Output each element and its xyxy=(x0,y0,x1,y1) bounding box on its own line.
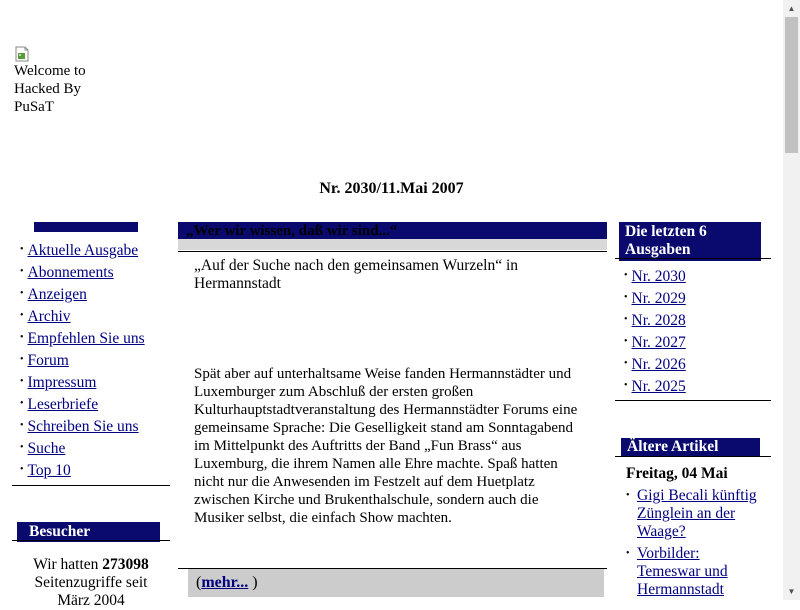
nav-item: • Aktuelle Ausgabe xyxy=(20,240,145,262)
older-article-link[interactable]: Vorbilder: Temeswar und Hermannstadt xyxy=(637,545,728,598)
bullet-icon: • xyxy=(20,420,24,431)
bullet-icon: • xyxy=(20,354,24,365)
list-item: • Nr. 2029 xyxy=(624,288,686,310)
older-articles-divider xyxy=(615,456,771,457)
issue-link-2027[interactable]: Nr. 2027 xyxy=(632,334,686,351)
list-item: • Nr. 2030 xyxy=(624,266,686,288)
nav-link-archiv[interactable]: Archiv xyxy=(28,308,71,325)
article-body: Spät aber auf unterhaltsame Weise fanden… xyxy=(194,366,578,526)
visitor-count: 273098 xyxy=(102,556,149,573)
bullet-icon: • xyxy=(20,442,24,453)
older-article-link[interactable]: Gigi Becali künftig Zünglein an der Waag… xyxy=(637,487,757,540)
vertical-scrollbar[interactable]: ▲ ▼ xyxy=(783,0,800,600)
bullet-icon: • xyxy=(624,336,628,347)
nav-link-top-10[interactable]: Top 10 xyxy=(28,462,71,479)
scroll-up-arrow-icon[interactable]: ▲ xyxy=(783,0,800,17)
bullet-icon: • xyxy=(626,490,630,501)
scrollbar-thumb[interactable] xyxy=(785,17,798,153)
bullet-icon: • xyxy=(20,332,24,343)
nav-item: • Forum xyxy=(20,350,145,372)
more-link[interactable]: mehr... xyxy=(201,574,248,591)
nav-item: • Empfehlen Sie uns xyxy=(20,328,145,350)
older-articles-list: • Gigi Becali künftig Zünglein an der Waa… xyxy=(626,487,766,603)
visitor-counter: Wir hatten 273098 Seitenzugriffe seit Mä… xyxy=(18,556,164,610)
last-issues-heading: Die letzten 6 Ausgaben xyxy=(619,222,761,261)
last-issues-list: • Nr. 2030 • Nr. 2029 • Nr. 2028 • Nr. 2027 … xyxy=(624,266,686,398)
more-paren-close: ) xyxy=(252,574,258,591)
nav-divider xyxy=(12,485,170,486)
issue-link-2029[interactable]: Nr. 2029 xyxy=(632,290,686,307)
nav-item: • Impressum xyxy=(20,372,145,394)
last-issues-divider xyxy=(615,258,771,259)
list-item: • Nr. 2025 xyxy=(624,376,686,398)
scroll-down-arrow-icon[interactable]: ▼ xyxy=(783,583,800,600)
nav-item: • Archiv xyxy=(20,306,145,328)
issue-link-2025[interactable]: Nr. 2025 xyxy=(632,378,686,395)
visitor-text-before: Wir hatten xyxy=(33,556,99,573)
nav-link-aktuelle-ausgabe[interactable]: Aktuelle Ausgabe xyxy=(28,242,139,259)
nav-header-bar xyxy=(34,222,138,232)
main-nav: • Aktuelle Ausgabe • Abonnements • Anzeigen… xyxy=(20,240,145,482)
nav-link-empfehlen[interactable]: Empfehlen Sie uns xyxy=(28,330,145,347)
article-lead: „Auf der Suche nach den gemeinsamen Wurz… xyxy=(194,257,519,292)
bullet-icon: • xyxy=(624,314,628,325)
bullet-icon: • xyxy=(20,266,24,277)
list-item: • Vorbilder: Temeswar und Hermannstadt xyxy=(626,545,766,599)
nav-item: • Suche xyxy=(20,438,145,460)
nav-link-impressum[interactable]: Impressum xyxy=(28,374,97,391)
bullet-icon: • xyxy=(624,270,628,281)
nav-link-schreiben[interactable]: Schreiben Sie uns xyxy=(28,418,139,435)
visitors-heading: Besucher xyxy=(17,522,160,542)
older-articles-date: Freitag, 04 Mai xyxy=(626,465,728,482)
more-bar: (mehr... ) xyxy=(188,569,604,597)
list-item: • Gigi Becali künftig Zünglein an der Waa… xyxy=(626,487,766,541)
list-item: • Nr. 2027 xyxy=(624,332,686,354)
visitors-divider xyxy=(12,540,170,541)
nav-item: • Schreiben Sie uns xyxy=(20,416,145,438)
bullet-icon: • xyxy=(20,464,24,475)
article-divider xyxy=(178,251,607,252)
bullet-icon: • xyxy=(624,292,628,303)
article-subheader-bar xyxy=(178,239,607,250)
issue-link-2026[interactable]: Nr. 2026 xyxy=(632,356,686,373)
bullet-icon: • xyxy=(626,548,630,559)
nav-item: • Top 10 xyxy=(20,460,145,482)
issue-link-2030[interactable]: Nr. 2030 xyxy=(632,268,686,285)
nav-link-forum[interactable]: Forum xyxy=(28,352,69,369)
issue-date: Nr. 2030/11.Mai 2007 xyxy=(319,180,464,197)
nav-link-leserbriefe[interactable]: Leserbriefe xyxy=(28,396,99,413)
nav-link-anzeigen[interactable]: Anzeigen xyxy=(28,286,87,303)
bullet-icon: • xyxy=(20,244,24,255)
older-articles-heading: Ältere Artikel xyxy=(621,438,760,456)
bullet-icon: • xyxy=(624,358,628,369)
bullet-icon: • xyxy=(20,288,24,299)
last-issues-bottom-divider xyxy=(615,400,771,401)
broken-image-icon xyxy=(15,46,29,62)
nav-link-suche[interactable]: Suche xyxy=(28,440,66,457)
bullet-icon: • xyxy=(20,376,24,387)
nav-item: • Abonnements xyxy=(20,262,145,284)
nav-item: • Anzeigen xyxy=(20,284,145,306)
article-title: „Wer wir wissen, daß wir sind...“ xyxy=(178,222,607,239)
issue-link-2028[interactable]: Nr. 2028 xyxy=(632,312,686,329)
nav-item: • Leserbriefe xyxy=(20,394,145,416)
bullet-icon: • xyxy=(20,310,24,321)
bullet-icon: • xyxy=(624,380,628,391)
nav-link-abonnements[interactable]: Abonnements xyxy=(28,264,114,281)
header-image-alt-text: Welcome to Hacked By PuSaT xyxy=(14,63,86,115)
list-item: • Nr. 2026 xyxy=(624,354,686,376)
list-item: • Nr. 2028 xyxy=(624,310,686,332)
bullet-icon: • xyxy=(20,398,24,409)
visitor-text-after: Seitenzugriffe seit März 2004 xyxy=(34,574,148,609)
